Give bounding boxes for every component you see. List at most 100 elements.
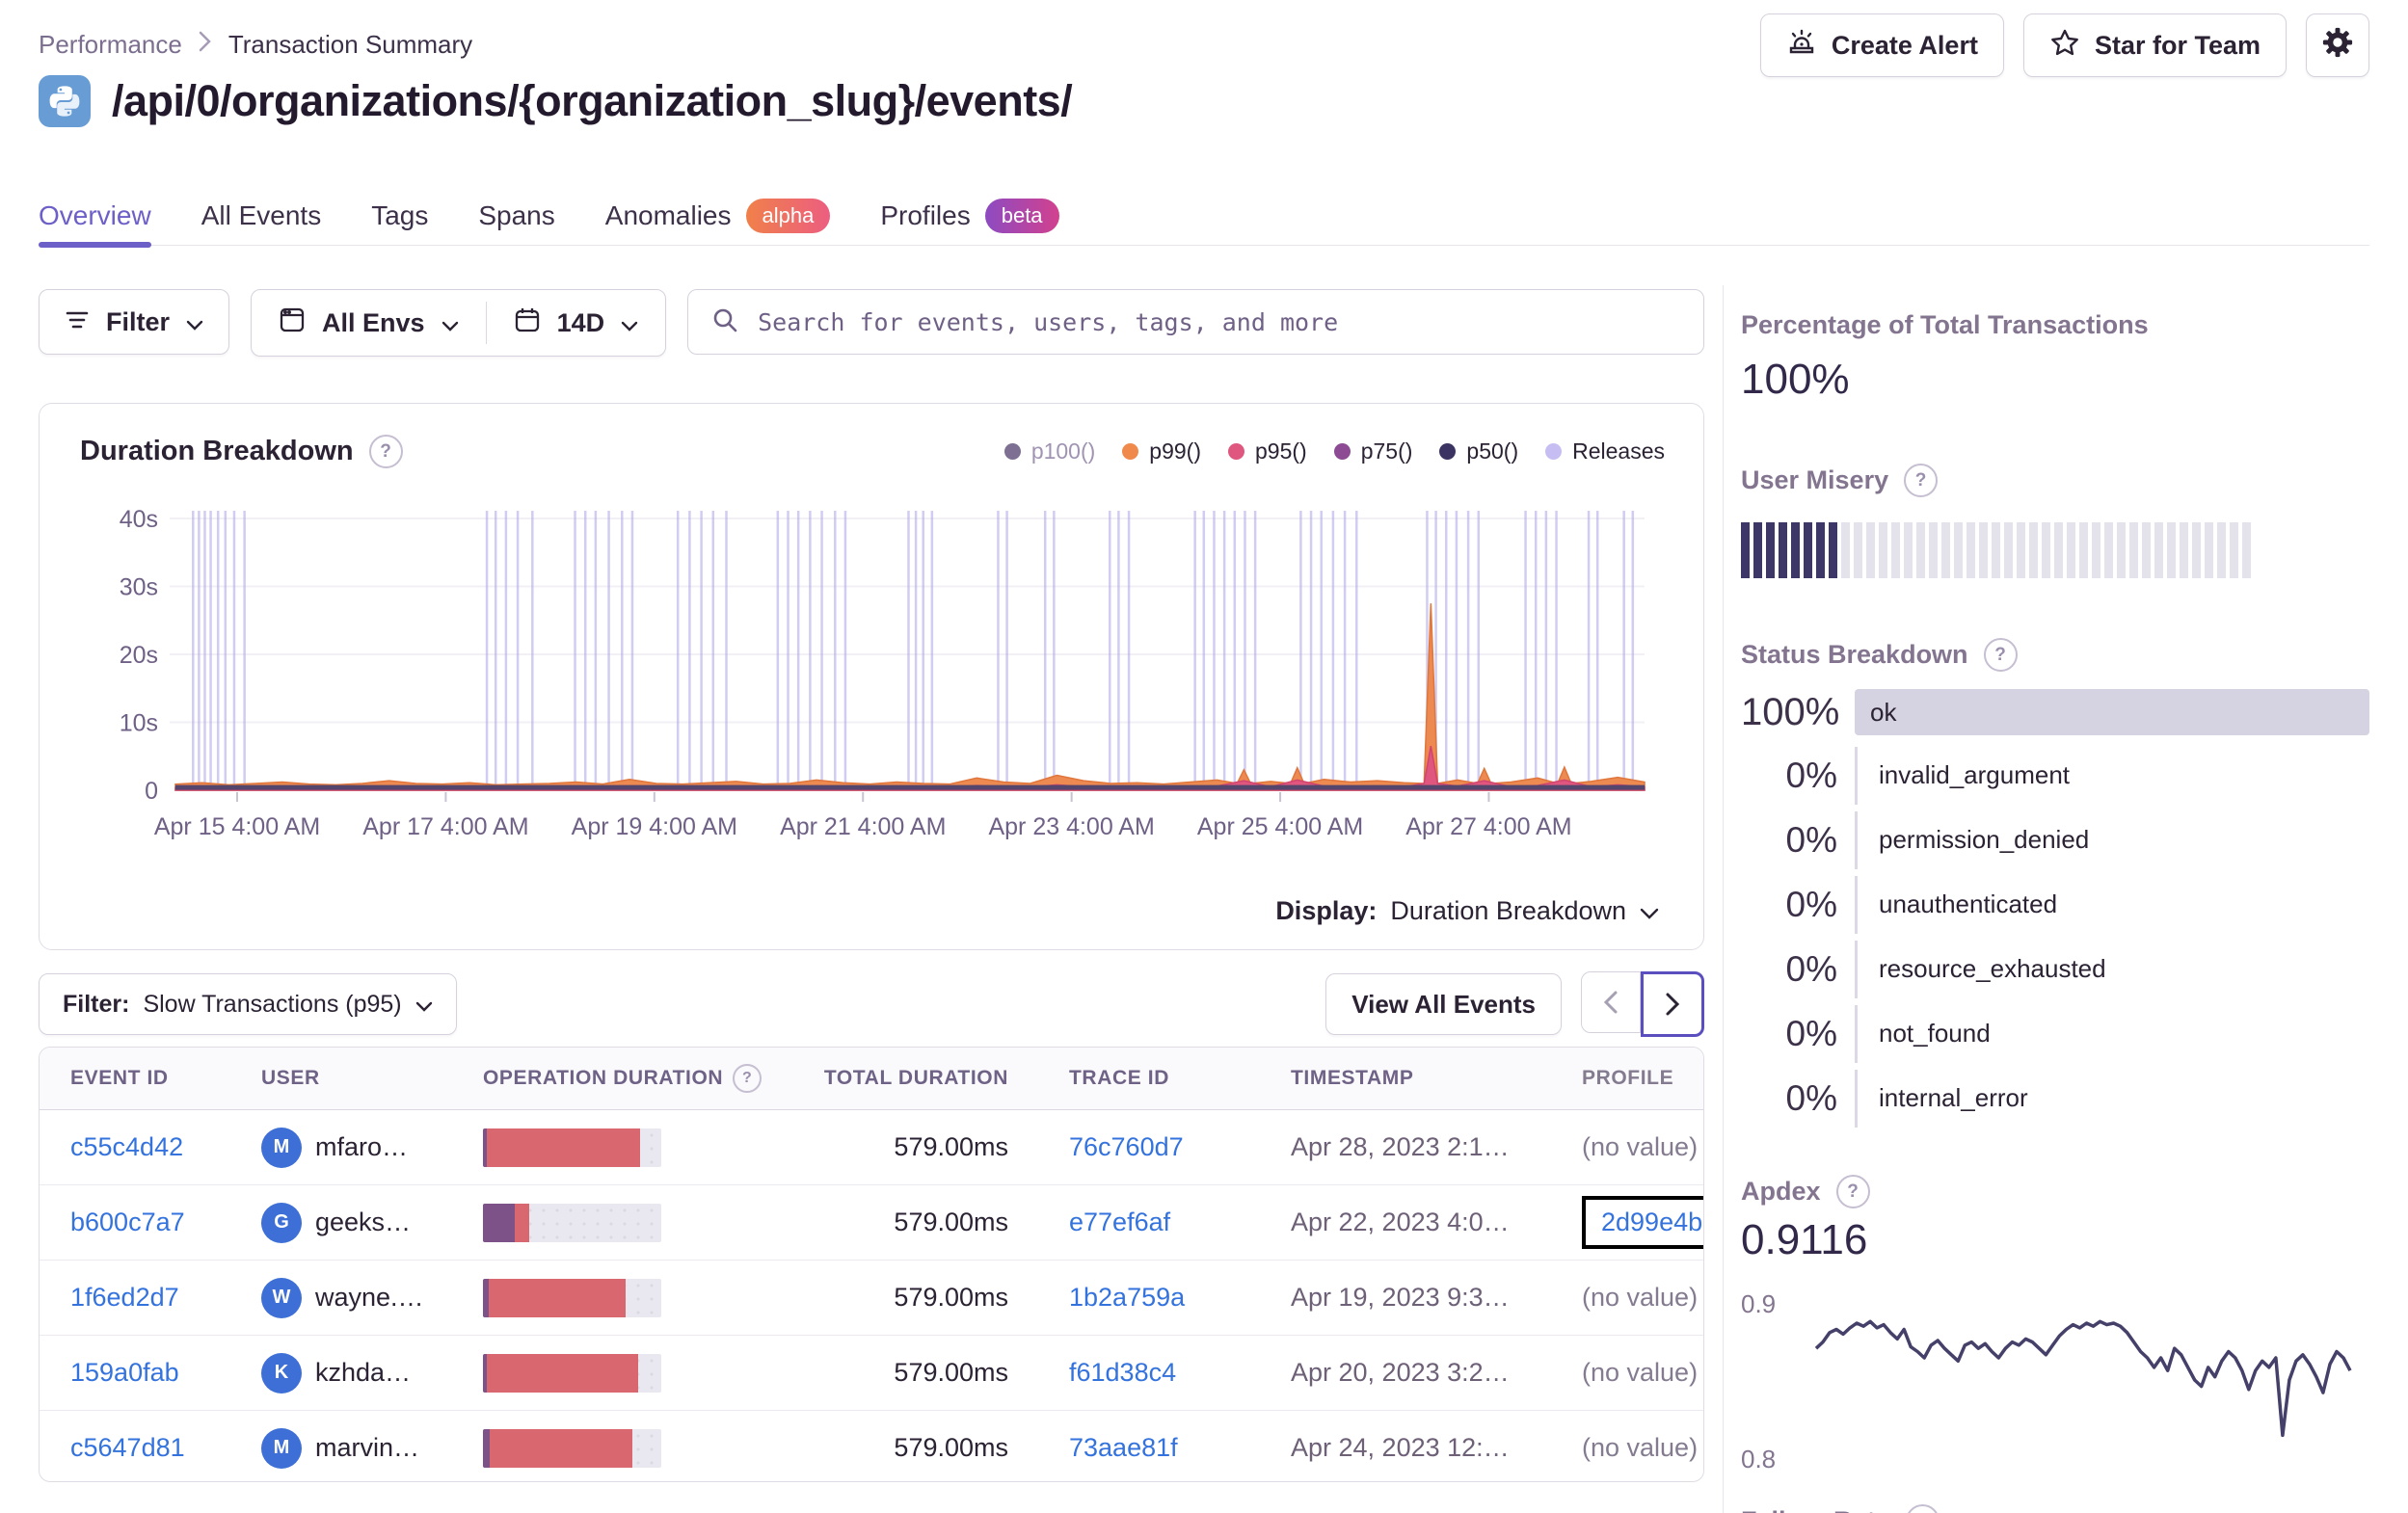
column-header-user[interactable]: USER [261, 1067, 483, 1090]
help-icon[interactable]: ? [1983, 638, 2018, 672]
column-header-profile[interactable]: PROFILE [1543, 1067, 1703, 1090]
user-misery-bar[interactable] [1741, 522, 2369, 578]
misery-segment [1804, 522, 1812, 578]
misery-segment [1954, 522, 1963, 578]
search-input[interactable] [756, 306, 1680, 337]
operation-duration-bar[interactable] [483, 1203, 661, 1242]
create-alert-button[interactable]: Create Alert [1759, 13, 2004, 77]
misery-segment [1929, 522, 1938, 578]
apdex-sparkline [1810, 1286, 2356, 1479]
help-icon[interactable]: ? [368, 435, 403, 468]
trace-id-link[interactable]: 73aae81f [1069, 1433, 1178, 1462]
apdex-ymin: 0.8 [1741, 1445, 1777, 1473]
tab-bar: Overview All Events Tags Spans Anomalies alph… [39, 187, 2369, 248]
filter-dropdown-label: Filter [106, 306, 171, 336]
event-id-link[interactable]: b600c7a7 [70, 1208, 185, 1236]
previous-page-button[interactable] [1581, 971, 1641, 1033]
settings-button[interactable] [2306, 13, 2369, 77]
column-header-event-id[interactable]: EVENT ID [70, 1067, 261, 1090]
environment-dropdown[interactable]: All Envs [252, 306, 486, 340]
duration-breakdown-card: Duration Breakdown ? p100() p99() p95() p75… [39, 403, 1704, 950]
avatar: G [261, 1202, 302, 1243]
events-filter-label: Filter: [63, 990, 130, 1018]
event-id-link[interactable]: c55c4d42 [70, 1132, 183, 1161]
misery-segment [2217, 522, 2226, 578]
event-id-link[interactable]: c5647d81 [70, 1433, 185, 1462]
misery-segment [1753, 522, 1762, 578]
legend-item-p99[interactable]: p99() [1122, 438, 1201, 465]
legend-dot [1439, 443, 1457, 460]
help-icon[interactable]: ? [1835, 1175, 1870, 1208]
status-bar-zero: unauthenticated [1855, 875, 2369, 934]
legend-item-p95[interactable]: p95() [1228, 438, 1307, 465]
star-for-team-button[interactable]: Star for Team [2022, 13, 2287, 77]
misery-segment [2054, 522, 2063, 578]
column-header-label: OPERATION DURATION [483, 1067, 724, 1089]
trace-id-cell: 73aae81f [1008, 1433, 1252, 1463]
svg-text:20s: 20s [120, 642, 158, 669]
column-header-operation-duration[interactable]: OPERATION DURATION? [483, 1064, 778, 1093]
profile-cell: (no value) [1582, 1132, 1699, 1161]
status-bar-zero: permission_denied [1855, 810, 2369, 869]
misery-segment [1979, 522, 1988, 578]
legend-label: Releases [1572, 438, 1665, 464]
date-range-dropdown[interactable]: 14D [487, 306, 666, 340]
slow-transactions-filter-dropdown[interactable]: Filter: Slow Transactions (p95) [39, 973, 457, 1035]
filter-dropdown[interactable]: Filter [39, 289, 230, 355]
breadcrumb-chevron-icon [198, 29, 213, 61]
event-id-link[interactable]: 1f6ed2d7 [70, 1283, 179, 1312]
status-zero-tick [1855, 810, 1858, 869]
breadcrumb-performance[interactable]: Performance [39, 30, 182, 60]
column-header-total-duration[interactable]: TOTAL DURATION [778, 1067, 1008, 1090]
trace-id-link[interactable]: 76c760d7 [1069, 1132, 1184, 1161]
tab-all-events[interactable]: All Events [201, 187, 322, 245]
operation-duration-bar[interactable] [483, 1353, 661, 1393]
display-dropdown[interactable]: Display: Duration Breakdown [1275, 896, 1659, 926]
events-table-card: EVENT ID USER OPERATION DURATION? TOTAL DUR… [39, 1047, 1704, 1482]
event-id-link[interactable]: 159a0fab [70, 1358, 179, 1387]
misery-segment [1791, 522, 1800, 578]
avatar: M [261, 1127, 302, 1168]
column-header-timestamp[interactable]: TIMESTAMP [1252, 1067, 1543, 1090]
help-icon[interactable]: ? [1905, 1504, 1940, 1513]
header-actions: Create Alert Star for Team [1759, 13, 2369, 77]
legend-label: p99() [1149, 438, 1201, 464]
legend-item-p75[interactable]: p75() [1333, 438, 1412, 465]
tab-overview[interactable]: Overview [39, 187, 151, 248]
legend-item-Releases[interactable]: Releases [1545, 438, 1665, 465]
status-bar-ok[interactable]: ok [1855, 689, 2369, 735]
help-icon[interactable]: ? [1904, 464, 1939, 497]
beta-badge: beta [984, 199, 1059, 233]
status-percent: 0% [1785, 884, 1837, 924]
avatar: K [261, 1352, 302, 1394]
column-header-trace-id[interactable]: TRACE ID [1008, 1067, 1252, 1090]
svg-text:Apr 23 4:00 AM: Apr 23 4:00 AM [988, 813, 1154, 840]
tab-spans[interactable]: Spans [478, 187, 554, 245]
profile-link[interactable]: 2d99e4b2 [1601, 1208, 1703, 1236]
duration-breakdown-chart[interactable]: 0 10s 20s 30s 40s Apr 15 4:00 AM Apr 17 4:00 A… [40, 474, 1703, 858]
trace-id-link[interactable]: 1b2a759a [1069, 1283, 1185, 1312]
next-page-button[interactable] [1641, 971, 1704, 1037]
operation-duration-bar[interactable] [483, 1128, 661, 1167]
operation-duration-bar[interactable] [483, 1278, 661, 1317]
misery-segment [2067, 522, 2075, 578]
tab-anomalies[interactable]: Anomalies alpha [605, 187, 831, 245]
status-percent: 100% [1741, 690, 1840, 733]
status-zero-tick [1855, 1069, 1858, 1128]
tab-tags[interactable]: Tags [371, 187, 428, 245]
tab-profiles[interactable]: Profiles beta [880, 187, 1059, 245]
status-row-permission_denied: 0% permission_denied [1741, 808, 2369, 872]
status-row-not_found: 0% not_found [1741, 1001, 2369, 1066]
operation-duration-bar[interactable] [483, 1428, 661, 1468]
view-all-events-button[interactable]: View All Events [1325, 973, 1562, 1035]
trace-id-link[interactable]: e77ef6af [1069, 1208, 1170, 1236]
legend-label: p50() [1466, 438, 1519, 464]
page-title: /api/0/organizations/{organization_slug}… [112, 76, 1073, 125]
alpha-badge: alpha [745, 199, 831, 233]
legend-item-p50[interactable]: p50() [1439, 438, 1518, 465]
total-duration-cell: 579.00ms [894, 1358, 1008, 1387]
help-icon[interactable]: ? [733, 1064, 763, 1093]
trace-id-link[interactable]: f61d38c4 [1069, 1358, 1176, 1387]
table-row: 1f6ed2d7 Wwayne.… 579.00ms 1b2a759a Apr 19, … [40, 1261, 1703, 1336]
legend-item-p100[interactable]: p100() [1003, 438, 1095, 465]
